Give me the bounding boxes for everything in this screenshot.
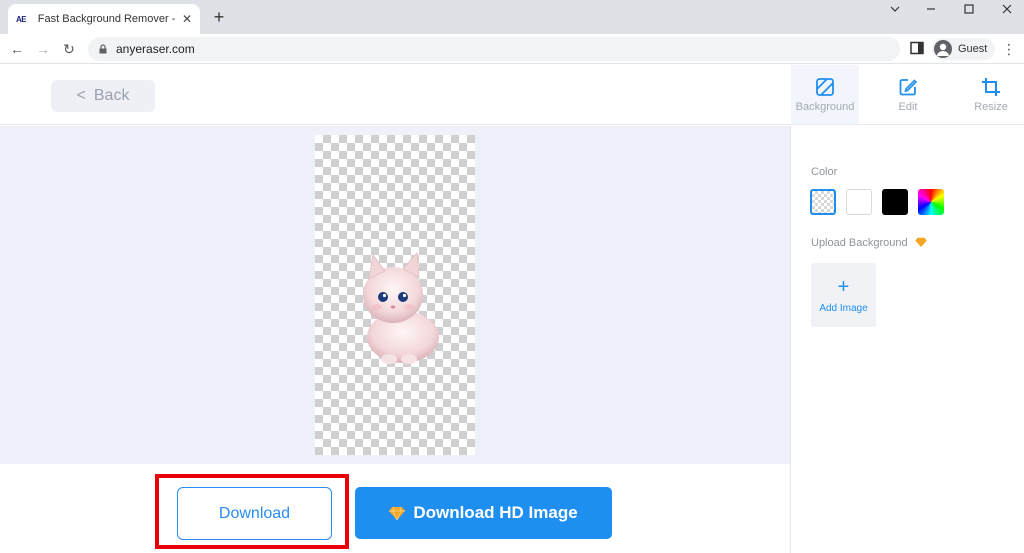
minimize-button[interactable]	[876, 0, 914, 20]
app-header: < Back Background Edit Resize	[0, 65, 1024, 125]
download-hd-label: Download HD Image	[413, 503, 578, 522]
browser-menu-icon[interactable]: ⋮	[1002, 38, 1016, 60]
lock-icon	[99, 44, 107, 54]
tab-edit[interactable]: Edit	[874, 65, 942, 124]
download-bar: Download Download HD Image	[0, 464, 790, 553]
reload-button[interactable]: ↻	[58, 38, 80, 60]
window-minimize-button[interactable]	[912, 0, 950, 20]
swatch-transparent[interactable]	[810, 189, 836, 215]
upload-background-label: Upload Background	[811, 237, 908, 249]
upload-background-heading: Upload Background	[811, 237, 927, 249]
browser-tab[interactable]: AE Fast Background Remover - Rem ✕	[8, 4, 200, 34]
diamond-icon	[914, 237, 927, 247]
crop-icon	[982, 77, 1000, 96]
download-button[interactable]: Download	[177, 487, 332, 540]
tab-background[interactable]: Background	[791, 65, 859, 124]
swatch-color-picker[interactable]	[918, 189, 944, 215]
chevron-left-icon: <	[76, 87, 86, 104]
address-bar[interactable]: anyeraser.com	[88, 37, 900, 61]
image-preview	[315, 135, 475, 455]
color-label: Color	[811, 166, 838, 178]
profile-button[interactable]: Guest	[932, 38, 996, 60]
new-tab-button[interactable]: +	[208, 6, 230, 28]
plus-icon: +	[837, 275, 850, 298]
add-image-button[interactable]: + Add Image	[811, 263, 876, 327]
download-hd-button[interactable]: Download HD Image	[355, 487, 612, 539]
browser-toolbar: ← → ↻ anyeraser.com Guest ⋮	[0, 34, 1024, 64]
maximize-icon	[964, 4, 974, 14]
tab-resize[interactable]: Resize	[957, 65, 1024, 124]
browser-tab-strip: AE Fast Background Remover - Rem ✕ +	[0, 0, 1024, 34]
avatar	[934, 40, 952, 58]
tab-resize-label: Resize	[974, 100, 1008, 113]
tab-edit-label: Edit	[898, 100, 918, 113]
background-icon	[816, 77, 834, 96]
minimize-icon	[927, 8, 935, 10]
forward-nav-button[interactable]: →	[32, 38, 54, 60]
chevron-down-icon	[890, 6, 900, 12]
add-image-label: Add Image	[819, 302, 868, 314]
side-panel-icon[interactable]	[910, 41, 924, 55]
back-label: Back	[93, 87, 130, 104]
edit-icon	[899, 78, 918, 95]
back-button[interactable]: < Back	[51, 80, 155, 112]
window-maximize-button[interactable]	[950, 0, 988, 20]
profile-label: Guest	[958, 43, 988, 55]
cutout-cat-image	[363, 251, 439, 364]
back-nav-button[interactable]: ←	[6, 38, 28, 60]
window-close-button[interactable]	[988, 0, 1024, 20]
diamond-icon	[389, 506, 406, 520]
site-favicon-icon: AE	[16, 14, 27, 24]
swatch-white[interactable]	[846, 189, 872, 215]
swatch-black[interactable]	[882, 189, 908, 215]
person-icon	[937, 43, 949, 56]
canvas-area	[0, 126, 790, 464]
tab-background-label: Background	[795, 100, 855, 113]
background-panel: Color Upload Background + Add Image	[791, 126, 1024, 553]
close-icon	[1002, 4, 1012, 14]
tab-close-icon[interactable]: ✕	[182, 12, 192, 26]
url-text: anyeraser.com	[116, 42, 195, 56]
tab-title: Fast Background Remover - Rem	[37, 13, 176, 25]
